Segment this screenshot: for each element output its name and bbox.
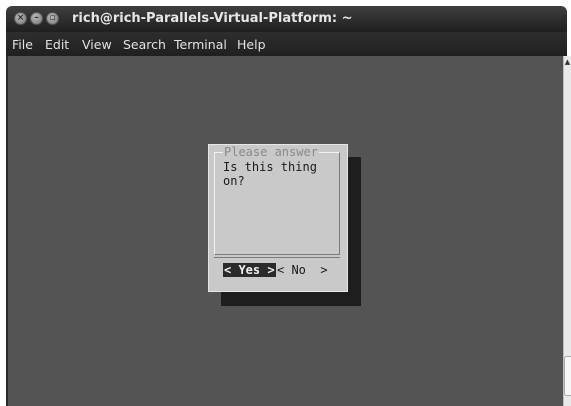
menu-file[interactable]: File xyxy=(12,37,33,52)
no-button[interactable]: < No > xyxy=(277,263,328,277)
menu-bar: File Edit View Search Terminal Help xyxy=(6,32,567,56)
scroll-thumb[interactable] xyxy=(564,356,571,396)
scroll-up-arrow-icon[interactable]: ▲ xyxy=(564,58,571,66)
window-title: rich@rich-Parallels-Virtual-Platform: ~ xyxy=(72,11,353,26)
maximize-icon[interactable]: ▫ xyxy=(46,12,59,25)
yes-button[interactable]: < Yes > xyxy=(223,263,276,277)
menu-terminal[interactable]: Terminal xyxy=(174,37,227,52)
dialog-box: Please answer Is this thing on? < Yes > … xyxy=(208,144,348,292)
menu-edit[interactable]: Edit xyxy=(45,37,69,52)
menu-search[interactable]: Search xyxy=(123,37,166,52)
menu-help[interactable]: Help xyxy=(237,37,266,52)
close-icon[interactable]: × xyxy=(14,12,27,25)
dialog-separator xyxy=(214,257,340,258)
dialog-message: Is this thing on? xyxy=(223,160,317,188)
title-bar[interactable]: × – ▫ rich@rich-Parallels-Virtual-Platfo… xyxy=(6,6,567,32)
vertical-scrollbar[interactable]: ▲ xyxy=(563,56,571,406)
terminal-window: × – ▫ rich@rich-Parallels-Virtual-Platfo… xyxy=(0,0,571,406)
dialog-title: Please answer xyxy=(223,145,319,159)
menu-view[interactable]: View xyxy=(82,37,112,52)
minimize-icon[interactable]: – xyxy=(30,12,43,25)
